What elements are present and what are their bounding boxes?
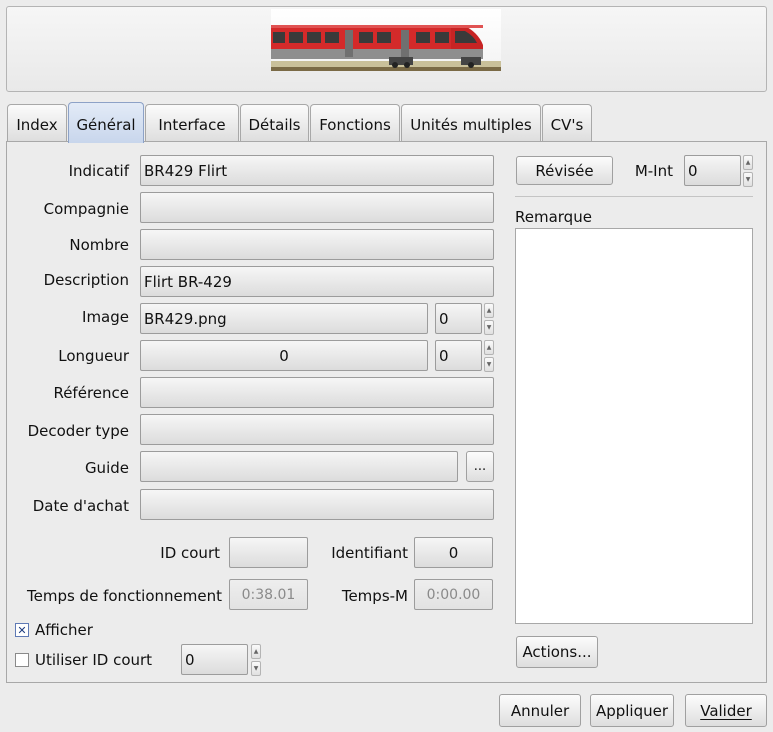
actions-button[interactable]: Actions...	[516, 636, 598, 668]
spin-down-icon[interactable]: ▼	[484, 320, 494, 335]
appliquer-button[interactable]: Appliquer	[590, 694, 674, 727]
description-label: Description	[43, 271, 129, 289]
date-achat-label: Date d'achat	[32, 497, 129, 515]
decoder-type-input[interactable]	[140, 414, 494, 445]
spin-up-icon[interactable]: ▲	[484, 340, 494, 355]
id-court-input[interactable]	[229, 537, 308, 568]
spin-up-icon[interactable]: ▲	[251, 644, 261, 659]
spin-down-icon[interactable]: ▼	[251, 661, 261, 676]
temps-fonctionnement-label: Temps de fonctionnement	[27, 587, 222, 605]
m-int-input[interactable]: 0	[684, 155, 741, 186]
nombre-label: Nombre	[69, 236, 129, 254]
compagnie-input[interactable]	[140, 192, 494, 223]
utiliser-id-court-label[interactable]: Utiliser ID court	[35, 651, 152, 669]
annuler-button[interactable]: Annuler	[499, 694, 581, 727]
remarque-label: Remarque	[515, 208, 592, 226]
identifiant-label: Identifiant	[331, 544, 408, 562]
image-index-input[interactable]: 0	[435, 303, 482, 334]
nombre-input[interactable]	[140, 229, 494, 260]
remarque-textarea[interactable]	[515, 228, 753, 624]
longueur-extra-input[interactable]: 0	[435, 340, 482, 371]
image-label: Image	[82, 308, 129, 326]
image-index-spinner[interactable]: ▲ ▼	[484, 303, 494, 335]
decoder-type-label: Decoder type	[27, 422, 129, 440]
revisee-button[interactable]: Révisée	[516, 156, 613, 185]
guide-label: Guide	[84, 459, 129, 477]
indicatif-input[interactable]: BR429 Flirt	[140, 155, 494, 186]
reference-input[interactable]	[140, 377, 494, 408]
temps-m-label: Temps-M	[341, 587, 408, 605]
indicatif-label: Indicatif	[68, 162, 129, 180]
right-separator	[515, 196, 753, 197]
spin-up-icon[interactable]: ▲	[484, 303, 494, 318]
guide-input[interactable]	[140, 451, 458, 482]
spin-down-icon[interactable]: ▼	[484, 357, 494, 372]
utiliser-id-court-input[interactable]: 0	[181, 644, 248, 675]
locomotive-image	[271, 9, 501, 82]
date-achat-input[interactable]	[140, 489, 494, 520]
guide-browse-button[interactable]: ...	[466, 451, 494, 482]
afficher-label[interactable]: Afficher	[35, 621, 93, 639]
description-input[interactable]: Flirt BR-429	[140, 266, 494, 297]
utiliser-id-court-spinner[interactable]: ▲ ▼	[251, 644, 261, 676]
tab-fonctions[interactable]: Fonctions	[310, 104, 400, 141]
reference-label: Référence	[53, 384, 129, 402]
longueur-input[interactable]: 0	[140, 340, 428, 371]
tab-interface[interactable]: Interface	[145, 104, 239, 141]
longueur-spinner[interactable]: ▲ ▼	[484, 340, 494, 372]
id-court-label: ID court	[160, 544, 220, 562]
tab-index[interactable]: Index	[7, 104, 67, 141]
spin-up-icon[interactable]: ▲	[743, 155, 753, 170]
temps-fonctionnement-input: 0:38.01	[229, 579, 308, 610]
tab-cvs[interactable]: CV's	[542, 104, 592, 141]
m-int-spinner[interactable]: ▲ ▼	[743, 155, 753, 187]
tab-general[interactable]: Général	[68, 102, 144, 143]
tab-unites-multiples[interactable]: Unités multiples	[401, 104, 541, 141]
identifiant-input[interactable]: 0	[414, 537, 493, 568]
image-input[interactable]: BR429.png	[140, 303, 428, 334]
temps-m-input: 0:00.00	[414, 579, 493, 610]
longueur-label: Longueur	[58, 347, 129, 365]
tab-details[interactable]: Détails	[240, 104, 309, 141]
utiliser-id-court-checkbox[interactable]	[15, 653, 29, 667]
valider-button[interactable]: Valider	[685, 694, 767, 727]
afficher-checkbox[interactable]: ✕	[15, 623, 29, 637]
spin-down-icon[interactable]: ▼	[743, 172, 753, 187]
compagnie-label: Compagnie	[43, 200, 129, 218]
m-int-label: M-Int	[634, 162, 673, 180]
